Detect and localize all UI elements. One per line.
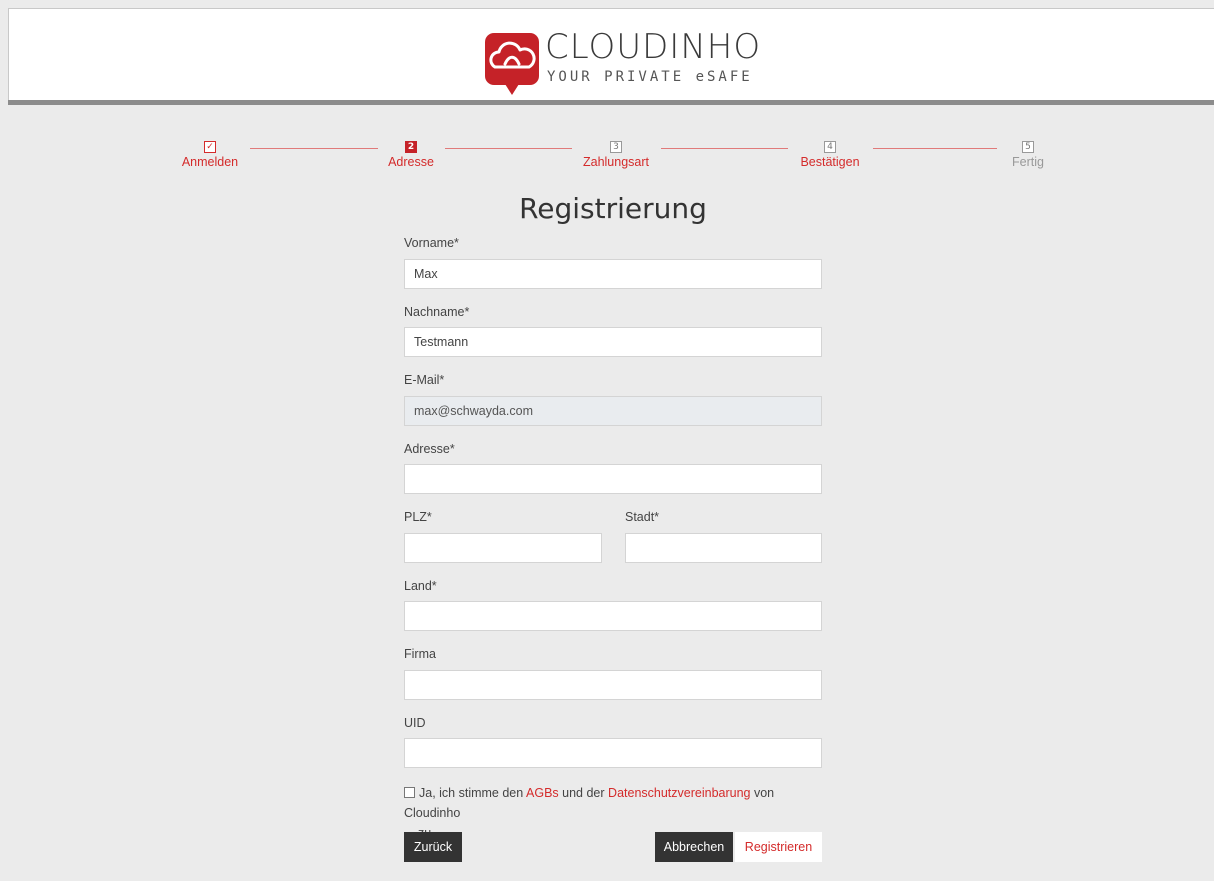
nachname-field[interactable]: Testmann	[404, 327, 822, 357]
step-label: Zahlungsart	[582, 155, 649, 169]
cloud-chat-logo-icon	[485, 33, 539, 95]
adresse-field[interactable]	[404, 464, 822, 494]
checkout-stepper: ✓ Anmelden 2 Adresse 3 Zahlungsart 4 Bes…	[0, 138, 1214, 178]
land-label: Land*	[404, 579, 437, 593]
step-bestaetigen[interactable]: 4 Bestätigen	[770, 138, 890, 169]
stadt-field[interactable]	[625, 533, 822, 563]
step-adresse[interactable]: 2 Adresse	[351, 138, 471, 169]
header-divider	[8, 100, 1214, 105]
step-label: Fertig	[1012, 155, 1044, 169]
step-number: 2	[405, 141, 417, 153]
vorname-field[interactable]: Max	[404, 259, 822, 289]
step-number: 5	[1022, 141, 1034, 153]
stadt-label: Stadt*	[625, 510, 660, 524]
stepper-connector	[873, 148, 997, 149]
email-field[interactable]: max@schwayda.com	[404, 396, 822, 426]
land-field[interactable]	[404, 601, 822, 631]
uid-label: UID	[404, 716, 426, 730]
cancel-button[interactable]: Abbrechen	[655, 832, 733, 862]
step-zahlungsart[interactable]: 3 Zahlungsart	[556, 138, 676, 169]
brand-logo[interactable]: CLOUDINHO YOUR PRIVATE eSAFE	[481, 21, 781, 101]
step-number: 4	[824, 141, 836, 153]
step-number: 3	[610, 141, 622, 153]
back-button[interactable]: Zurück	[404, 832, 462, 862]
consent-middle: und der	[562, 786, 605, 800]
nachname-label: Nachname*	[404, 305, 470, 319]
stepper-connector	[661, 148, 788, 149]
step-anmelden[interactable]: ✓ Anmelden	[150, 138, 270, 169]
step-fertig[interactable]: 5 Fertig	[968, 138, 1088, 169]
stepper-connector	[250, 148, 378, 149]
register-button[interactable]: Registrieren	[735, 832, 822, 862]
page-title: Registrierung	[519, 192, 707, 225]
checkmark-icon: ✓	[204, 141, 216, 153]
email-label: E-Mail*	[404, 373, 445, 387]
site-header: CLOUDINHO YOUR PRIVATE eSAFE	[8, 8, 1214, 100]
agb-link[interactable]: AGBs	[526, 786, 559, 800]
adresse-label: Adresse*	[404, 442, 455, 456]
uid-field[interactable]	[404, 738, 822, 768]
plz-field[interactable]	[404, 533, 602, 563]
terms-checkbox[interactable]	[404, 787, 415, 798]
plz-label: PLZ*	[404, 510, 432, 524]
brand-name: CLOUDINHO	[545, 27, 762, 67]
step-label: Anmelden	[181, 155, 239, 169]
vorname-label: Vorname*	[404, 236, 459, 250]
firma-label: Firma	[404, 647, 436, 661]
consent-prefix: Ja, ich stimme den	[419, 786, 524, 800]
step-label: Bestätigen	[800, 155, 860, 169]
stepper-connector	[445, 148, 572, 149]
privacy-policy-link[interactable]: Datenschutzvereinbarung	[608, 786, 750, 800]
firma-field[interactable]	[404, 670, 822, 700]
step-label: Adresse	[388, 155, 434, 169]
brand-tagline: YOUR PRIVATE eSAFE	[547, 69, 753, 85]
